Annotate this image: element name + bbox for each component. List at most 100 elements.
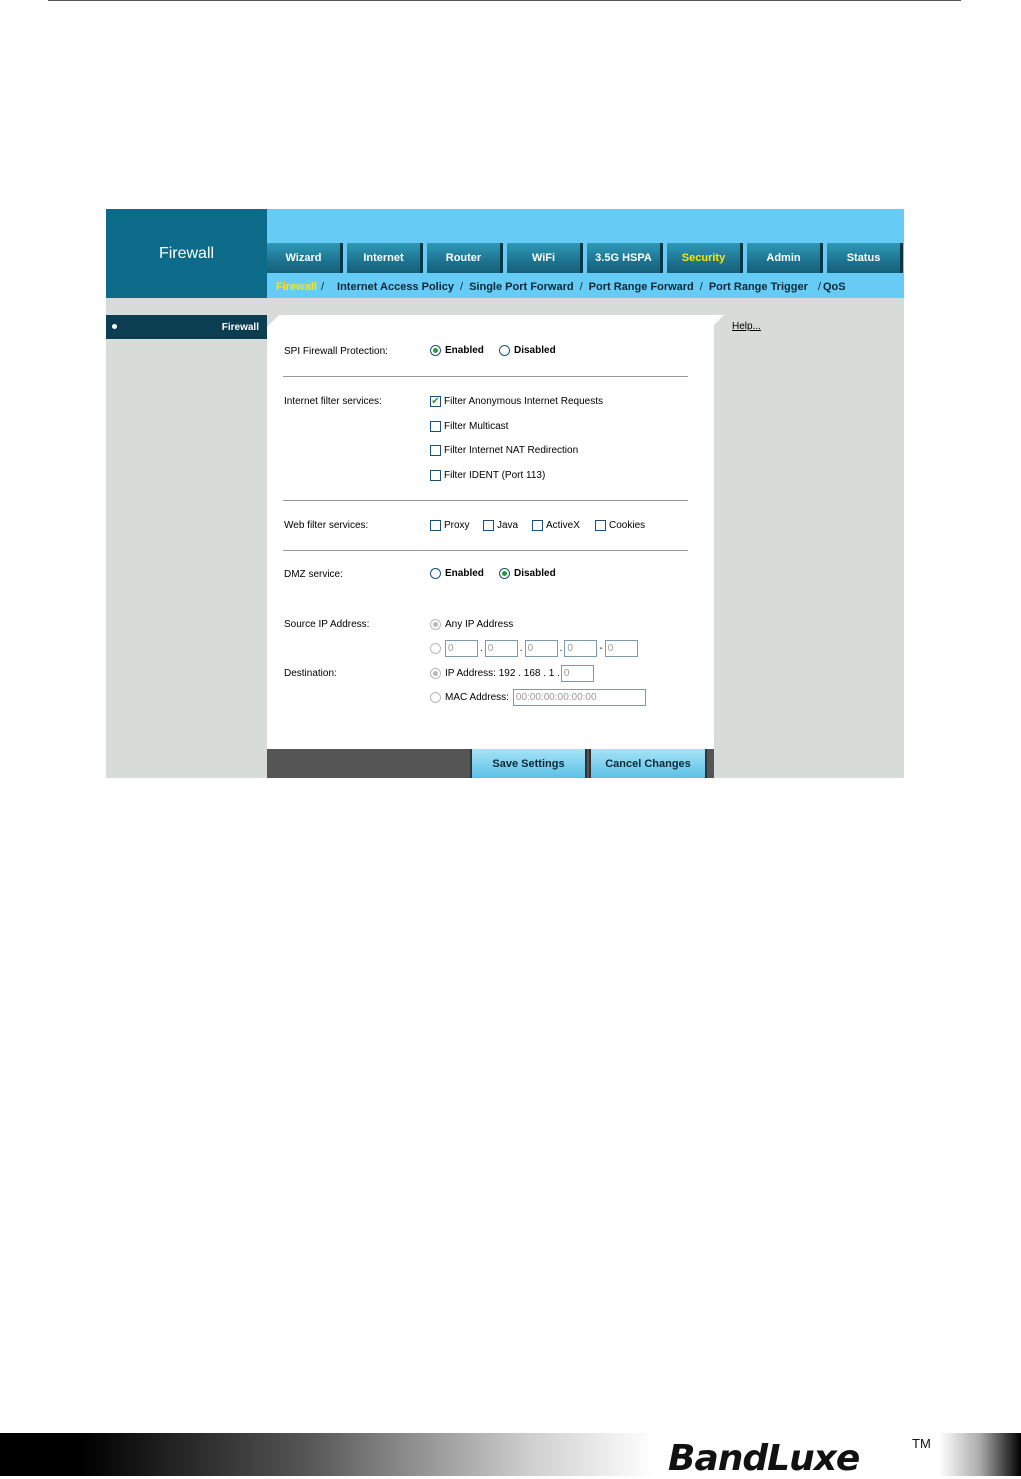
panel-corner bbox=[267, 315, 279, 327]
filter-nat-option[interactable]: Filter Internet NAT Redirection bbox=[430, 445, 578, 456]
section-title: Firewall bbox=[106, 209, 267, 298]
filter-anonymous-checkbox[interactable]: ✔ bbox=[430, 396, 441, 407]
spi-disabled-label: Disabled bbox=[514, 345, 556, 356]
router-admin-ui: Firewall Wizard Internet Router WiFi 3.5… bbox=[106, 209, 904, 778]
sidebar-item-label: Firewall bbox=[221, 321, 259, 333]
spi-disabled-option[interactable]: Disabled bbox=[499, 345, 556, 356]
tab-admin[interactable]: Admin bbox=[747, 243, 823, 273]
dmz-enabled-radio[interactable] bbox=[430, 568, 441, 579]
dmz-label: DMZ service: bbox=[284, 569, 343, 580]
action-footer: Save Settings Cancel Changes bbox=[267, 749, 714, 778]
filter-ident-checkbox[interactable] bbox=[430, 470, 441, 481]
source-ip-range-radio[interactable] bbox=[430, 643, 441, 654]
web-filter-proxy-label: Proxy bbox=[444, 520, 470, 531]
dmz-disabled-label: Disabled bbox=[514, 568, 556, 579]
source-any-ip-radio[interactable] bbox=[430, 619, 441, 630]
tab-security[interactable]: Security bbox=[667, 243, 743, 273]
filter-nat-checkbox[interactable] bbox=[430, 445, 441, 456]
spi-disabled-radio[interactable] bbox=[499, 345, 510, 356]
subnav-separator: / bbox=[817, 281, 821, 293]
source-ip-octet-3[interactable]: 0 bbox=[524, 640, 558, 657]
source-ip-range-end[interactable]: 0 bbox=[604, 640, 638, 657]
destination-ip-option[interactable]: IP Address: 192 . 168 . 1 . 0 bbox=[430, 665, 594, 682]
web-filter-cookies-checkbox[interactable] bbox=[595, 520, 606, 531]
page-footer-bar bbox=[0, 1433, 1021, 1476]
cancel-changes-button[interactable]: Cancel Changes bbox=[589, 749, 707, 778]
filter-multicast-checkbox[interactable] bbox=[430, 421, 441, 432]
divider bbox=[283, 376, 688, 377]
source-any-ip-option[interactable]: Any IP Address bbox=[430, 619, 513, 630]
sidebar-item-firewall[interactable]: Firewall bbox=[106, 315, 267, 339]
spi-enabled-radio[interactable] bbox=[430, 345, 441, 356]
range-dash: - bbox=[599, 643, 603, 654]
panel-corner bbox=[714, 315, 724, 325]
source-ip-label: Source IP Address: bbox=[284, 619, 370, 630]
bullet-icon bbox=[112, 324, 117, 329]
web-filter-activex-label: ActiveX bbox=[546, 520, 580, 531]
subnav-qos[interactable]: QoS bbox=[823, 281, 846, 293]
dmz-enabled-option[interactable]: Enabled bbox=[430, 568, 484, 579]
tab-router[interactable]: Router bbox=[427, 243, 503, 273]
spi-enabled-option[interactable]: Enabled bbox=[430, 345, 484, 356]
dmz-enabled-label: Enabled bbox=[445, 568, 484, 579]
destination-ip-radio[interactable] bbox=[430, 668, 441, 679]
subnav-port-range-forward[interactable]: Port Range Forward bbox=[589, 281, 694, 293]
divider bbox=[283, 550, 688, 551]
filter-nat-label: Filter Internet NAT Redirection bbox=[444, 445, 579, 456]
subnav-separator: / bbox=[699, 281, 703, 293]
web-filter-cookies-option[interactable]: Cookies bbox=[595, 520, 645, 531]
web-filter-cookies-label: Cookies bbox=[609, 520, 646, 531]
subnav-single-port-forward[interactable]: Single Port Forward bbox=[469, 281, 574, 293]
filter-anonymous-option[interactable]: ✔ Filter Anonymous Internet Requests bbox=[430, 396, 603, 407]
destination-label: Destination: bbox=[284, 668, 337, 679]
sub-navigation: Firewall / Internet Access Policy / Sing… bbox=[267, 277, 904, 297]
spi-enabled-label: Enabled bbox=[445, 345, 484, 356]
filter-ident-label: Filter IDENT (Port 113) bbox=[444, 470, 546, 481]
left-sidebar: Firewall bbox=[106, 315, 267, 778]
web-filter-java-checkbox[interactable] bbox=[483, 520, 494, 531]
spi-label: SPI Firewall Protection: bbox=[284, 346, 388, 357]
web-filter-proxy-checkbox[interactable] bbox=[430, 520, 441, 531]
bandluxe-logo: BandLuxe bbox=[668, 1438, 860, 1479]
web-filter-activex-checkbox[interactable] bbox=[532, 520, 543, 531]
dmz-disabled-option[interactable]: Disabled bbox=[499, 568, 556, 579]
trademark-mark: TM bbox=[912, 1436, 931, 1451]
destination-mac-label: MAC Address: bbox=[445, 692, 509, 703]
destination-mac-input[interactable]: 00:00:00:00:00:00 bbox=[512, 689, 646, 706]
tab-3g-hspa[interactable]: 3.5G HSPA bbox=[587, 243, 663, 273]
subnav-separator: / bbox=[460, 281, 464, 293]
top-navigation: Wizard Internet Router WiFi 3.5G HSPA Se… bbox=[267, 209, 904, 298]
source-ip-octet-4[interactable]: 0 bbox=[564, 640, 598, 657]
source-any-ip-label: Any IP Address bbox=[445, 619, 514, 630]
internet-filter-label: Internet filter services: bbox=[284, 396, 382, 407]
web-filter-proxy-option[interactable]: Proxy bbox=[430, 520, 470, 531]
tab-wizard[interactable]: Wizard bbox=[267, 243, 343, 273]
subnav-internet-access-policy[interactable]: Internet Access Policy bbox=[337, 281, 454, 293]
divider bbox=[283, 500, 688, 501]
subnav-separator: / bbox=[320, 281, 325, 293]
destination-mac-option[interactable]: MAC Address: 00:00:00:00:00:00 bbox=[430, 689, 646, 706]
filter-multicast-option[interactable]: Filter Multicast bbox=[430, 421, 508, 432]
web-filter-activex-option[interactable]: ActiveX bbox=[532, 520, 580, 531]
source-ip-octet-1[interactable]: 0 bbox=[445, 640, 478, 657]
subnav-firewall[interactable]: Firewall bbox=[276, 281, 317, 293]
web-filter-label: Web filter services: bbox=[284, 520, 369, 531]
tab-status[interactable]: Status bbox=[827, 243, 903, 273]
dmz-disabled-radio[interactable] bbox=[499, 568, 510, 579]
filter-ident-option[interactable]: Filter IDENT (Port 113) bbox=[430, 470, 545, 481]
destination-ip-last-octet[interactable]: 0 bbox=[560, 665, 594, 682]
help-sidebar: Help... bbox=[714, 315, 904, 778]
main-tabs: Wizard Internet Router WiFi 3.5G HSPA Se… bbox=[267, 243, 904, 273]
source-ip-range-row: 0 . 0 . 0 . 0 - 0 bbox=[430, 640, 638, 657]
source-ip-octet-2[interactable]: 0 bbox=[484, 640, 518, 657]
help-link[interactable]: Help... bbox=[732, 321, 761, 332]
subnav-port-range-trigger[interactable]: Port Range Trigger bbox=[709, 281, 808, 293]
save-settings-button[interactable]: Save Settings bbox=[470, 749, 587, 778]
destination-ip-label: IP Address: 192 . 168 . 1 . bbox=[445, 668, 560, 679]
tab-wifi[interactable]: WiFi bbox=[507, 243, 583, 273]
web-filter-java-label: Java bbox=[497, 520, 519, 531]
tab-internet[interactable]: Internet bbox=[347, 243, 423, 273]
destination-mac-radio[interactable] bbox=[430, 692, 441, 703]
separator-band bbox=[106, 298, 904, 315]
web-filter-java-option[interactable]: Java bbox=[483, 520, 518, 531]
